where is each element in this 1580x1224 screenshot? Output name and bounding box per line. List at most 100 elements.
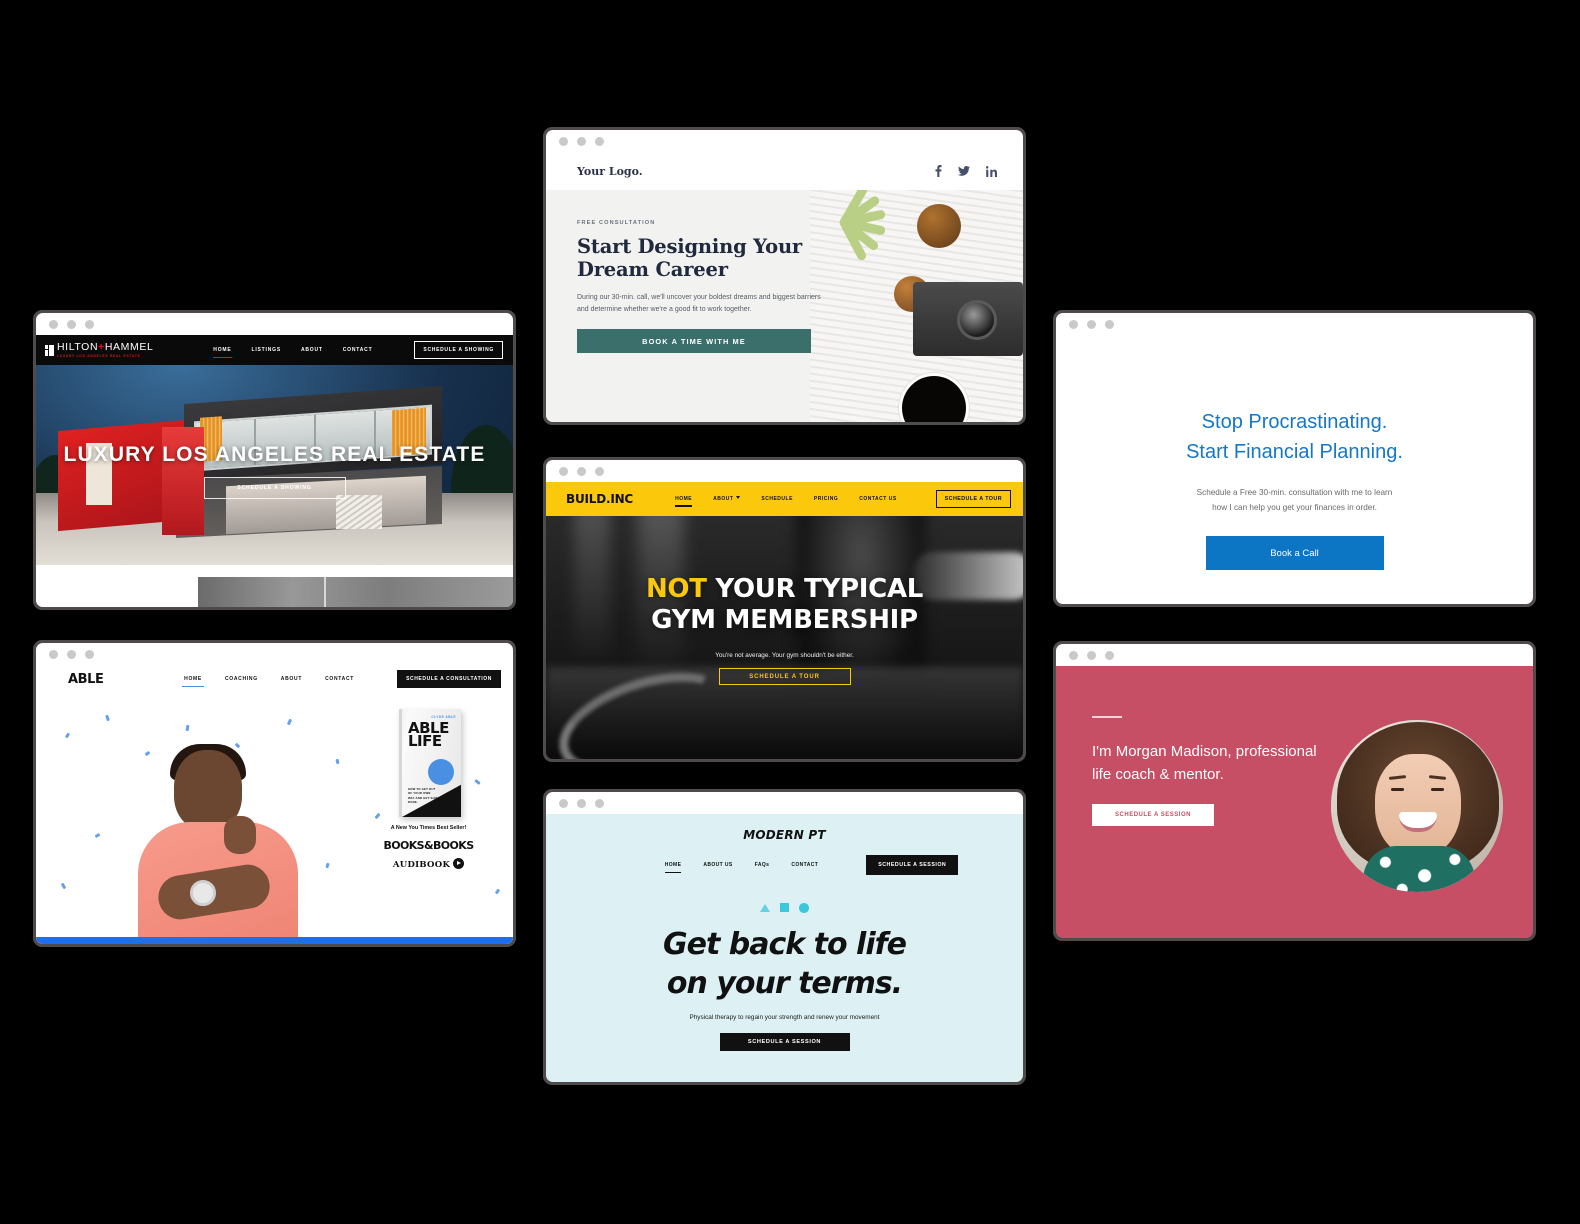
book-title: ABLE LIFE xyxy=(408,719,449,750)
hero-heading: Start Designing Your Dream Career xyxy=(577,235,803,281)
schedule-session-nav-button[interactable]: SCHEDULE A SESSION xyxy=(866,855,959,875)
nav-item-about[interactable]: ABOUT xyxy=(281,676,302,682)
hero-photo xyxy=(810,190,1023,422)
portrait-blouse xyxy=(1363,846,1475,892)
browser-window-modern-pt: MODERN PT HOME ABOUT US FAQs CONTACT SCH… xyxy=(543,789,1026,1085)
window-close-dot[interactable] xyxy=(49,649,58,659)
hero-schedule-showing-button[interactable]: SCHEDULE A SHOWING xyxy=(203,477,346,499)
bestseller-note: A New You Times Best Seller! xyxy=(390,825,467,831)
nav-item-contact[interactable]: CONTACT xyxy=(325,676,354,682)
triangle-icon xyxy=(760,903,771,912)
hero-heading: I'm Morgan Madison, professional life co… xyxy=(1092,743,1317,783)
window-close-dot[interactable] xyxy=(49,319,58,329)
facebook-icon[interactable] xyxy=(935,165,942,177)
schedule-session-button[interactable]: SCHEDULE A SESSION xyxy=(1092,804,1214,826)
window-close-dot[interactable] xyxy=(559,136,568,146)
site-navbar: Your Logo. xyxy=(546,152,1023,190)
window-maximize-dot[interactable] xyxy=(595,466,604,476)
book-time-button[interactable]: BOOK A TIME WITH ME xyxy=(577,329,811,353)
browser-titlebar xyxy=(36,643,513,665)
browser-window-morgan-madison: I'm Morgan Madison, professional life co… xyxy=(1053,641,1536,941)
site-logo[interactable]: MODERN PT xyxy=(546,814,1023,842)
window-maximize-dot[interactable] xyxy=(1105,650,1114,660)
nav-item-contact[interactable]: CONTACT xyxy=(343,347,373,353)
window-minimize-dot[interactable] xyxy=(1087,319,1096,329)
twitter-icon[interactable] xyxy=(958,166,970,176)
window-close-dot[interactable] xyxy=(559,466,568,476)
hero-heading: Get back to life on your terms. xyxy=(662,926,907,1001)
browser-titlebar xyxy=(546,460,1023,482)
window-minimize-dot[interactable] xyxy=(577,798,586,808)
nav-item-listings[interactable]: LISTINGS xyxy=(252,347,281,353)
hero-section: NOT YOUR TYPICAL GYM MEMBERSHIP You're no… xyxy=(546,516,1023,759)
schedule-tour-nav-button[interactable]: SCHEDULE A TOUR xyxy=(935,490,1011,508)
browser-titlebar xyxy=(1056,313,1533,335)
site-logo[interactable]: ABLE xyxy=(68,672,104,687)
wooden-bowl-top xyxy=(917,204,961,248)
browser-window-financial-planning: Stop Procrastinating. Start Financial Pla… xyxy=(1053,310,1536,607)
nav-item-home[interactable]: HOME xyxy=(182,676,204,687)
grayscale-photo-strip xyxy=(198,577,513,607)
window-close-dot[interactable] xyxy=(1069,319,1078,329)
site-logo[interactable]: HILTON+HAMMEL LUXURY LOS ANGELES REAL ES… xyxy=(45,340,154,359)
nav-item-contact[interactable]: CONTACT xyxy=(791,862,818,868)
window-minimize-dot[interactable] xyxy=(577,136,586,146)
book-a-call-button[interactable]: Book a Call xyxy=(1205,536,1384,570)
vintage-camera xyxy=(913,282,1023,356)
nav-item-about-us[interactable]: ABOUT US xyxy=(703,862,732,868)
portrait-face xyxy=(1375,754,1461,858)
schedule-consultation-button[interactable]: SCHEDULE A CONSULTATION xyxy=(397,670,501,688)
logo-wordmark: HILTON+HAMMEL xyxy=(57,340,154,353)
nav-item-about[interactable]: ABOUT xyxy=(713,496,741,502)
window-minimize-dot[interactable] xyxy=(577,466,586,476)
below-hero-strip xyxy=(36,577,513,607)
bottom-accent-bar xyxy=(36,937,513,944)
window-close-dot[interactable] xyxy=(559,798,568,808)
window-close-dot[interactable] xyxy=(1069,650,1078,660)
hero-section: CLYDE ABLE ABLE LIFE HOW TO GET OUT OF YO… xyxy=(36,693,513,944)
nav-item-pricing[interactable]: PRICING xyxy=(814,496,838,502)
building-mark-icon xyxy=(45,344,54,356)
window-maximize-dot[interactable] xyxy=(1105,319,1114,329)
schedule-session-hero-button[interactable]: SCHEDULE A SESSION xyxy=(719,1032,850,1051)
retailer-logo: BOOKS&BOOKS xyxy=(383,839,474,852)
nav-item-about[interactable]: ABOUT xyxy=(301,347,323,353)
page-viewport: MODERN PT HOME ABOUT US FAQs CONTACT SCH… xyxy=(546,814,1023,1082)
window-maximize-dot[interactable] xyxy=(595,798,604,808)
hero-subtext: You're not average. Your gym shouldn't b… xyxy=(715,652,854,659)
hero-paragraph: Schedule a Free 30-min. consultation wit… xyxy=(1196,488,1393,512)
window-minimize-dot[interactable] xyxy=(67,319,76,329)
browser-titlebar xyxy=(546,792,1023,814)
browser-window-hilton-hammel: HILTON+HAMMEL LUXURY LOS ANGELES REAL ES… xyxy=(33,310,516,610)
page-viewport: HILTON+HAMMEL LUXURY LOS ANGELES REAL ES… xyxy=(36,335,513,607)
book-subtitle: HOW TO GET OUT OF YOUR OWN WAY AND GET S… xyxy=(408,787,438,805)
nav-item-contact-us[interactable]: CONTACT US xyxy=(859,496,896,502)
schedule-showing-nav-button[interactable]: SCHEDULE A SHOWING xyxy=(414,341,503,359)
window-maximize-dot[interactable] xyxy=(85,319,94,329)
nav-item-home[interactable]: HOME xyxy=(213,347,232,358)
nav-item-schedule[interactable]: SCHEDULE xyxy=(761,496,793,502)
nav-item-home[interactable]: HOME xyxy=(664,862,682,873)
linkedin-icon[interactable] xyxy=(986,165,997,177)
window-minimize-dot[interactable] xyxy=(1087,650,1096,660)
chevron-down-icon xyxy=(736,496,741,499)
confetti xyxy=(60,882,67,890)
portrait-eye-left xyxy=(1391,788,1404,791)
hero-heading: Stop Procrastinating. Start Financial Pla… xyxy=(1186,411,1403,463)
play-icon[interactable] xyxy=(453,858,465,869)
social-links xyxy=(935,165,997,177)
window-maximize-dot[interactable] xyxy=(595,136,604,146)
nav-item-coaching[interactable]: COACHING xyxy=(225,676,258,682)
plant-graphic xyxy=(810,190,896,262)
hero-paragraph: Physical therapy to regain your strength… xyxy=(689,1013,880,1021)
schedule-tour-hero-button[interactable]: SCHEDULE A TOUR xyxy=(718,668,851,685)
hero-paragraph: During our 30-min. call, we'll uncover y… xyxy=(577,294,821,313)
page-viewport: Stop Procrastinating. Start Financial Pla… xyxy=(1056,335,1533,604)
site-logo[interactable]: BUILD.INC xyxy=(566,492,633,506)
nav-item-home[interactable]: HOME xyxy=(675,496,693,507)
window-minimize-dot[interactable] xyxy=(67,649,76,659)
window-maximize-dot[interactable] xyxy=(85,649,94,659)
confetti xyxy=(335,758,340,765)
nav-item-faqs[interactable]: FAQs xyxy=(755,862,770,868)
site-logo[interactable]: Your Logo. xyxy=(577,165,643,178)
